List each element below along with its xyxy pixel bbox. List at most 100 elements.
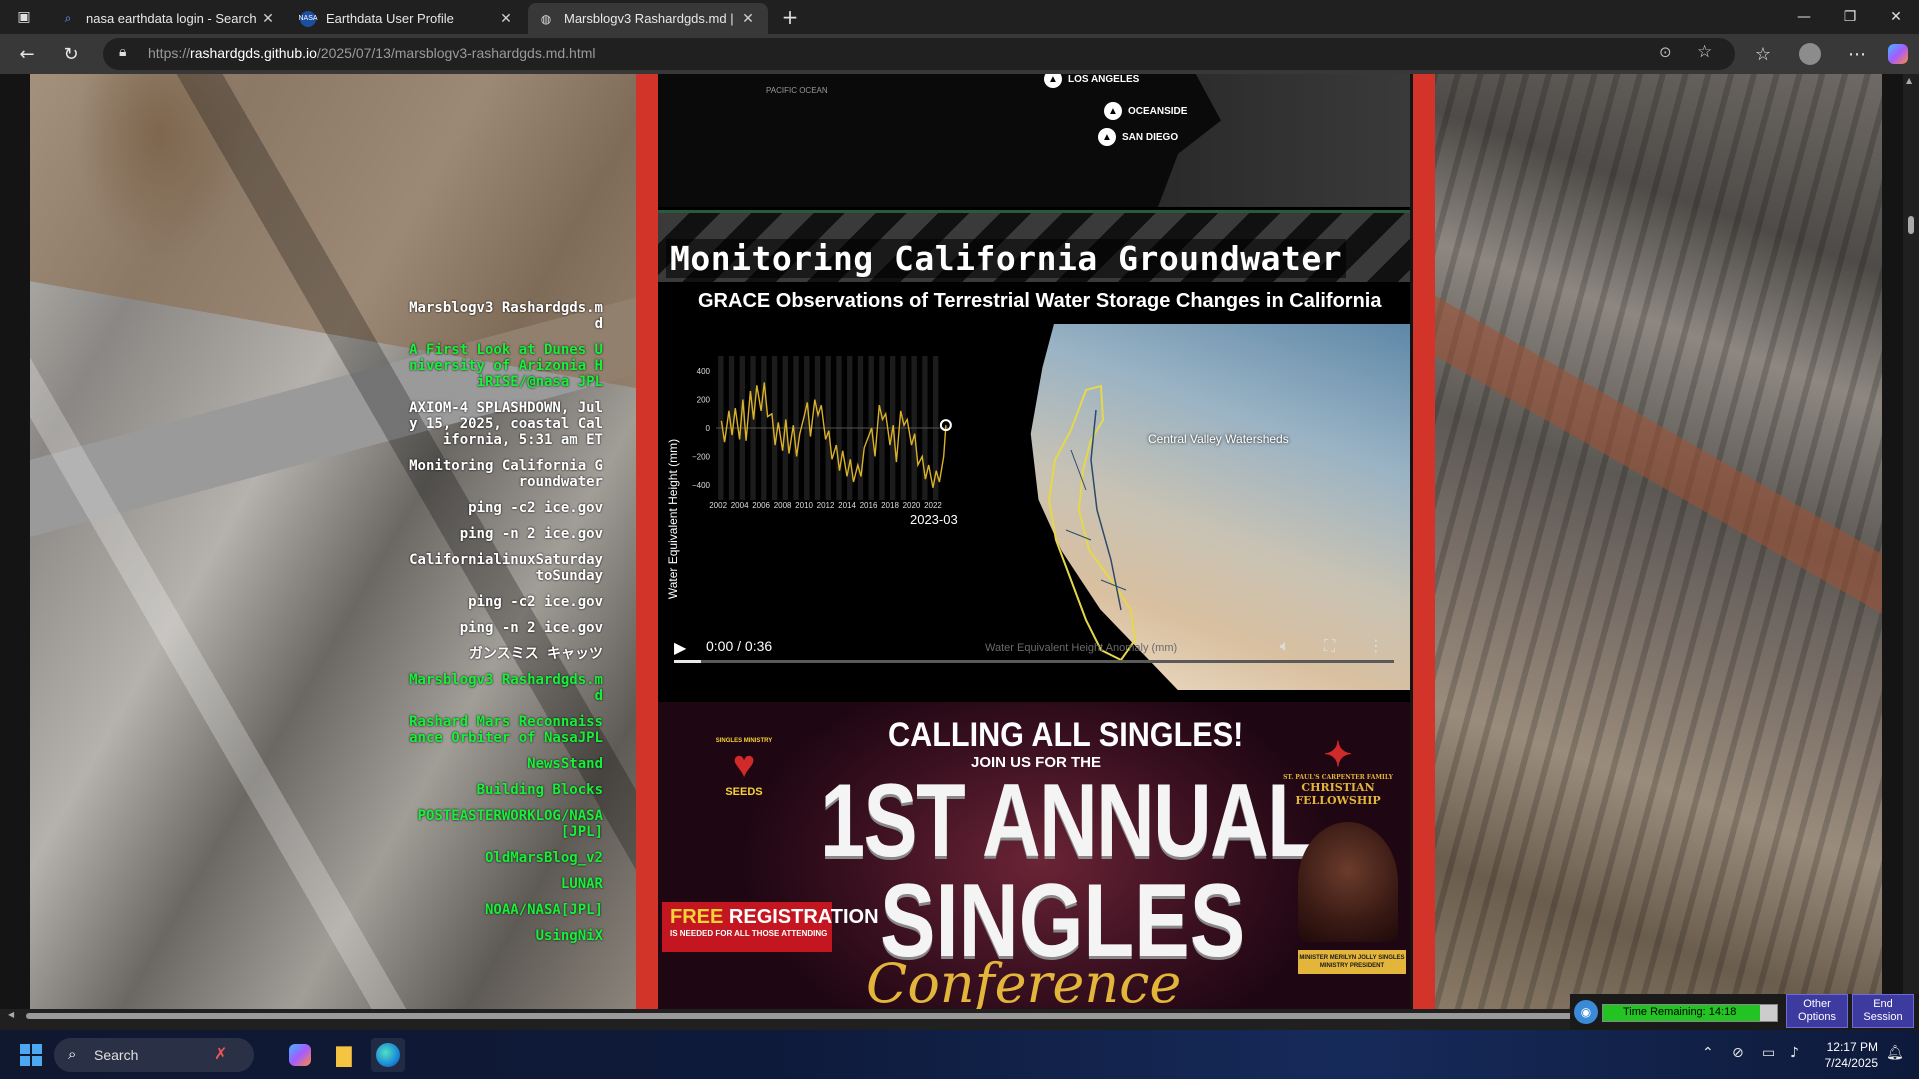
address-bar[interactable]: 🔒︎ https://rashardgds.github.io/2025/07/… [103, 38, 1735, 70]
favorites-icon[interactable]: ☆ [1748, 40, 1778, 68]
copilot-app-icon[interactable] [283, 1038, 317, 1072]
refresh-icon[interactable]: ↻ [56, 40, 86, 68]
copilot-icon[interactable] [1883, 40, 1913, 68]
background-shading [1432, 74, 1882, 1009]
fellowship-top-text: ST. PAUL'S CARPENTER FAMILY [1283, 774, 1393, 781]
chart-x-tick-label: 2010 [795, 501, 813, 510]
taskbar-search[interactable]: ⌕ Search ✗ [54, 1038, 254, 1072]
tab-title: nasa earthdata login - Search [86, 11, 257, 26]
end-session-button[interactable]: End Session [1852, 994, 1914, 1028]
nav-link[interactable]: Marsblogv3 Rashardgds.md [405, 672, 603, 704]
red-divider [636, 74, 658, 1009]
session-timer-widget: ◉ Time Remaining: 14:18 Other Options En… [1570, 994, 1919, 1030]
lock-icon[interactable]: 🔒︎ [119, 44, 126, 60]
video-title: GRACE Observations of Terrestrial Water … [698, 290, 1382, 312]
edge-browser-icon[interactable] [371, 1038, 405, 1072]
reader-mode-icon[interactable]: ⊙ [1659, 43, 1672, 61]
taskbar-search-label: Search [94, 1047, 139, 1063]
play-icon[interactable]: ▶ [674, 638, 686, 657]
minimize-icon[interactable]: — [1781, 0, 1827, 34]
nav-link[interactable]: OldMarsBlog_v2 [405, 850, 603, 866]
window-close-icon[interactable]: ✕ [1873, 0, 1919, 34]
navigation-toolbar: ← ↻ 🔒︎ https://rashardgds.github.io/2025… [0, 34, 1919, 74]
side-navigation: Marsblogv3 Rashardgds.md A First Look at … [405, 300, 603, 954]
search-highlight-icon: ✗ [214, 1044, 228, 1063]
notification-bell-icon[interactable]: 🔔︎ [1886, 1045, 1904, 1061]
clock-date: 7/24/2025 [1824, 1056, 1878, 1070]
network-icon[interactable]: ⊘ [1732, 1045, 1744, 1061]
scroll-left-icon[interactable]: ◀ [8, 1010, 14, 1019]
section-title: Monitoring California Groundwater [666, 239, 1347, 278]
video-time: 0:00 / 0:36 [706, 638, 773, 654]
nav-link[interactable]: CalifornialinuxSaturdaytoSunday [405, 552, 603, 584]
logo-square [20, 1044, 30, 1054]
nav-link[interactable]: POSTEASTERWORKLOG/NASA[JPL] [405, 808, 603, 840]
content-column: PACIFIC OCEAN ▲ LOS ANGELES ▲ OCEANSIDE ▲ S… [658, 74, 1410, 1009]
more-menu-icon[interactable]: ⋯ [1842, 40, 1872, 68]
tab-search[interactable]: ⌕ nasa earthdata login - Search ✕ [50, 3, 288, 34]
video-player[interactable]: GRACE Observations of Terrestrial Water … [658, 282, 1410, 692]
tab-earthdata-profile[interactable]: NASA Earthdata User Profile ✕ [290, 3, 526, 34]
nav-link[interactable]: ping -n 2 ice.gov [405, 526, 603, 542]
nav-link[interactable]: Building Blocks [405, 782, 603, 798]
fullscreen-icon[interactable]: ⛶ [1324, 636, 1335, 656]
file-explorer-icon[interactable]: ▇ [327, 1038, 361, 1072]
nav-link[interactable]: ping -c2 ice.gov [405, 594, 603, 610]
close-icon[interactable]: ✕ [496, 10, 516, 27]
start-button[interactable] [20, 1044, 42, 1066]
video-progress-fill [674, 660, 701, 663]
close-icon[interactable]: ✕ [738, 10, 758, 27]
city-marker: ▲ SAN DIEGO [1098, 128, 1178, 146]
chart-y-tick-label: 400 [697, 367, 711, 376]
city-label: SAN DIEGO [1122, 131, 1179, 143]
scroll-thumb[interactable] [26, 1013, 1576, 1019]
chart-y-axis-label: Water Equivalent Height (mm) [666, 439, 680, 599]
restore-icon[interactable]: ❐ [1827, 0, 1873, 34]
tab-title: Marsblogv3 Rashardgds.md | ( [564, 11, 738, 26]
nav-link[interactable]: Monitoring California Groundwater [405, 458, 603, 490]
video-progress-bar[interactable] [674, 660, 1394, 663]
nav-link[interactable]: LUNAR [405, 876, 603, 892]
globe-icon: ◍ [540, 11, 552, 26]
chart-x-tick-label: 2006 [752, 501, 770, 510]
chart-x-tick-label: 2022 [924, 501, 942, 510]
time-remaining-bar: Time Remaining: 14:18 [1602, 1004, 1778, 1022]
sound-icon[interactable]: ♪ [1790, 1045, 1799, 1061]
profile-avatar[interactable] [1795, 40, 1825, 68]
clock[interactable]: 12:17 PM 7/24/2025 [1810, 1039, 1878, 1071]
show-hidden-icons[interactable]: ⌃ [1702, 1045, 1714, 1061]
nav-link[interactable]: UsingNiX [405, 928, 603, 944]
chart-x-ticks: 2002 2004 2006 2008 2010 2012 2014 2016 2018 2020… [709, 501, 942, 510]
pin-icon: ▲ [1044, 74, 1062, 88]
display-icon[interactable]: ▭ [1762, 1045, 1775, 1061]
nav-link[interactable]: Marsblogv3 Rashardgds.md [405, 300, 603, 332]
nav-link[interactable]: ping -c2 ice.gov [405, 500, 603, 516]
tab-actions-icon[interactable]: ▣ [0, 0, 48, 34]
chart-y-tick-label: 0 [706, 424, 711, 433]
other-options-button[interactable]: Other Options [1786, 994, 1848, 1028]
nav-link[interactable]: A First Look at Dunes University of Ariz… [405, 342, 603, 390]
minister-caption: MINISTER MERILYN JOLLY SINGLES MINISTRY … [1298, 950, 1406, 974]
chart-x-tick-label: 2004 [731, 501, 749, 510]
nav-link[interactable]: NewsStand [405, 756, 603, 772]
nav-link[interactable]: ガンスミス キャッツ [405, 646, 603, 662]
nav-link[interactable]: Rashard Mars Reconnaissance Orbiter of N… [405, 714, 603, 746]
free-text: FREE [670, 906, 724, 928]
nav-link[interactable]: NOAA/NASA[JPL] [405, 902, 603, 918]
scroll-up-icon[interactable]: ▲ [1906, 76, 1912, 85]
favorite-star-icon[interactable]: ☆ [1697, 42, 1712, 62]
map-image: PACIFIC OCEAN ▲ LOS ANGELES ▲ OCEANSIDE ▲ S… [658, 74, 1410, 207]
url-text[interactable]: https://rashardgds.github.io/2025/07/13/… [148, 45, 596, 61]
close-icon[interactable]: ✕ [258, 10, 278, 27]
nav-link[interactable]: AXIOM-4 SPLASHDOWN, July 15, 2025, coast… [405, 400, 603, 448]
tab-marsblog[interactable]: ◍ Marsblogv3 Rashardgds.md | ( ✕ [528, 3, 768, 34]
scroll-thumb[interactable] [1908, 216, 1914, 234]
vertical-scrollbar[interactable]: ▲ [1903, 74, 1919, 1009]
nav-link[interactable]: ping -n 2 ice.gov [405, 620, 603, 636]
back-icon[interactable]: ← [12, 40, 42, 68]
minister-portrait [1298, 822, 1398, 942]
volume-icon[interactable]: 🔈︎ [1280, 636, 1290, 656]
pin-icon: ▲ [1098, 128, 1116, 146]
new-tab-button[interactable]: + [768, 0, 812, 34]
more-options-icon[interactable]: ⋮ [1368, 636, 1384, 655]
